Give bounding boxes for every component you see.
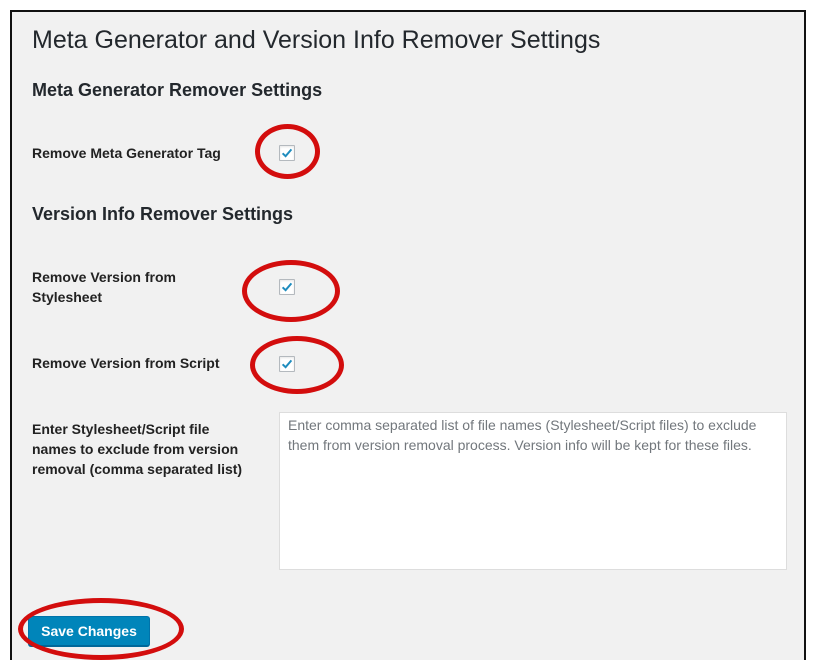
meta-section-title: Meta Generator Remover Settings xyxy=(32,80,323,100)
checkmark-icon xyxy=(281,282,293,292)
remove-meta-generator-checkbox[interactable] xyxy=(279,145,295,161)
remove-version-script-label: Remove Version from Script xyxy=(32,355,220,371)
highlight-ring xyxy=(250,336,344,394)
save-changes-button[interactable]: Save Changes xyxy=(28,616,150,646)
remove-version-stylesheet-label: Remove Version from Stylesheet xyxy=(32,269,176,305)
checkmark-icon xyxy=(281,359,293,369)
page-title: Meta Generator and Version Info Remover … xyxy=(32,26,601,54)
version-section-title: Version Info Remover Settings xyxy=(32,204,294,224)
remove-version-script-checkbox[interactable] xyxy=(279,356,295,372)
checkmark-icon xyxy=(281,148,293,158)
exclude-files-placeholder: Enter comma separated list of file names… xyxy=(288,417,757,453)
settings-panel: Meta Generator and Version Info Remover … xyxy=(10,10,806,660)
remove-meta-generator-label: Remove Meta Generator Tag xyxy=(32,145,221,161)
remove-version-stylesheet-checkbox[interactable] xyxy=(279,279,295,295)
exclude-files-textarea[interactable]: Enter comma separated list of file names… xyxy=(279,412,787,570)
exclude-files-label: Enter Stylesheet/Script file names to ex… xyxy=(32,421,243,477)
